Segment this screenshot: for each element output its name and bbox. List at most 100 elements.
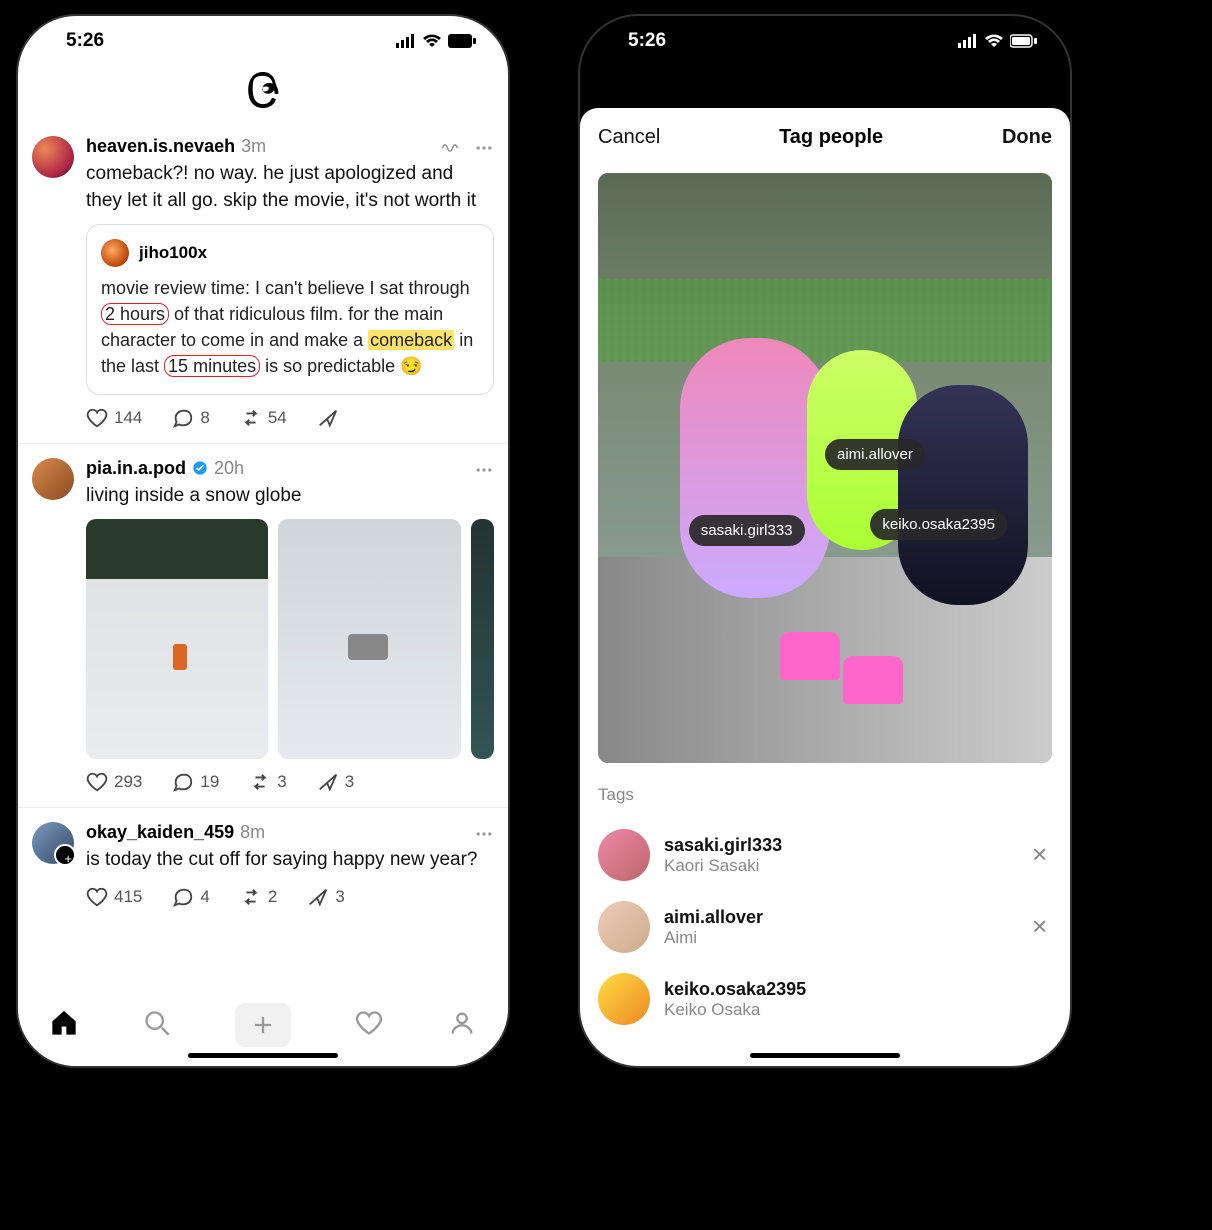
like-button[interactable]: 415 [86,886,142,908]
annotation-circle: 2 hours [101,303,169,325]
repost-icon [240,407,262,429]
sheet-title: Tag people [779,126,883,149]
post-text: living inside a snow globe [86,483,494,510]
tag-fullname: Kaori Sasaki [664,856,782,876]
tab-activity[interactable] [355,1009,383,1042]
repost-icon [249,771,271,793]
more-icon[interactable] [474,138,494,158]
post-time: 20h [214,458,244,479]
cancel-button[interactable]: Cancel [598,126,660,149]
post[interactable]: okay_kaiden_459 8m is today the cut off … [18,808,508,922]
share-icon [307,886,329,908]
tab-profile[interactable] [448,1009,476,1042]
post-time: 8m [240,822,265,843]
repost-button[interactable]: 54 [240,407,287,429]
avatar[interactable] [101,239,129,267]
avatar[interactable] [598,973,650,1025]
battery-icon [1010,34,1038,48]
tag-row[interactable]: sasaki.girl333 Kaori Sasaki ✕ [598,819,1052,891]
engagement-row: 415 4 2 3 [86,886,494,908]
wifi-icon [984,34,1004,48]
media-thumbnail[interactable] [471,519,495,759]
more-icon[interactable] [474,460,494,480]
reply-button[interactable]: 4 [172,886,209,908]
reply-button[interactable]: 19 [172,771,219,793]
avatar[interactable] [32,458,74,500]
done-button[interactable]: Done [1002,126,1052,149]
tag-row[interactable]: keiko.osaka2395 Keiko Osaka [598,963,1052,1035]
repost-icon [240,886,262,908]
threads-logo-icon [246,72,280,108]
plus-icon [249,1011,277,1039]
share-button[interactable]: 3 [307,886,344,908]
tags-list: Tags sasaki.girl333 Kaori Sasaki ✕ aimi.… [580,771,1070,1066]
quoted-post[interactable]: jiho100x movie review time: I can't beli… [86,224,494,394]
post[interactable]: heaven.is.nevaeh 3m comeback?! no way. h… [18,122,508,444]
remove-tag-button[interactable]: ✕ [1031,843,1048,868]
post[interactable]: pia.in.a.pod 20h living inside a snow gl… [18,444,508,809]
media-thumbnail[interactable] [278,519,460,759]
username[interactable]: pia.in.a.pod [86,458,186,479]
tag-pill[interactable]: aimi.allover [825,439,925,470]
status-time: 5:26 [66,30,104,52]
heart-icon [86,771,108,793]
like-button[interactable]: 144 [86,407,142,429]
tag-username: sasaki.girl333 [664,835,782,856]
voice-icon[interactable] [440,138,460,158]
share-button[interactable]: 3 [317,771,354,793]
post-time: 3m [241,136,266,157]
profile-icon [448,1009,476,1037]
status-bar: 5:26 [580,16,1070,66]
app-header [18,66,508,122]
battery-icon [448,34,476,48]
verified-badge-icon [192,460,208,476]
media-carousel[interactable] [86,519,494,759]
threads-feed-phone: 5:26 heaven.is.nevaeh 3m comeback?! no w… [18,16,508,1066]
username[interactable]: jiho100x [139,243,207,263]
tab-home[interactable] [50,1009,78,1042]
username[interactable]: heaven.is.nevaeh [86,136,235,157]
status-bar: 5:26 [18,16,508,66]
username[interactable]: okay_kaiden_459 [86,822,234,843]
sheet-header: Cancel Tag people Done [580,108,1070,165]
tab-compose[interactable] [235,1003,291,1047]
tag-username: aimi.allover [664,907,763,928]
tag-fullname: Keiko Osaka [664,1000,806,1020]
avatar[interactable] [32,136,74,178]
remove-tag-button[interactable]: ✕ [1031,915,1048,940]
heart-icon [86,886,108,908]
tag-fullname: Aimi [664,928,763,948]
heart-icon [355,1009,383,1037]
reply-button[interactable]: 8 [172,407,209,429]
repost-button[interactable]: 2 [240,886,277,908]
repost-button[interactable]: 3 [249,771,286,793]
status-time: 5:26 [628,30,666,52]
avatar[interactable] [32,822,74,864]
share-button[interactable] [317,407,345,429]
tag-pill[interactable]: sasaki.girl333 [689,515,805,546]
share-icon [317,771,339,793]
heart-icon [86,407,108,429]
comment-icon [172,886,194,908]
home-indicator [750,1053,900,1058]
tag-photo[interactable]: aimi.allover sasaki.girl333 keiko.osaka2… [598,173,1052,763]
like-button[interactable]: 293 [86,771,142,793]
annotation-highlight: comeback [368,330,454,350]
more-icon[interactable] [474,824,494,844]
tab-search[interactable] [143,1009,171,1042]
avatar[interactable] [598,901,650,953]
quoted-text: movie review time: I can't believe I sat… [101,275,479,379]
status-icons [958,34,1038,48]
avatar[interactable] [598,829,650,881]
comment-icon [172,407,194,429]
status-icons [396,34,476,48]
tags-heading: Tags [598,785,1052,805]
tag-row[interactable]: aimi.allover Aimi ✕ [598,891,1052,963]
comment-icon [172,771,194,793]
cellular-icon [396,34,416,48]
tag-people-sheet: Cancel Tag people Done aimi.allover sasa… [580,108,1070,1066]
media-thumbnail[interactable] [86,519,268,759]
feed[interactable]: heaven.is.nevaeh 3m comeback?! no way. h… [18,122,508,996]
tag-username: keiko.osaka2395 [664,979,806,1000]
tag-pill[interactable]: keiko.osaka2395 [870,509,1007,540]
